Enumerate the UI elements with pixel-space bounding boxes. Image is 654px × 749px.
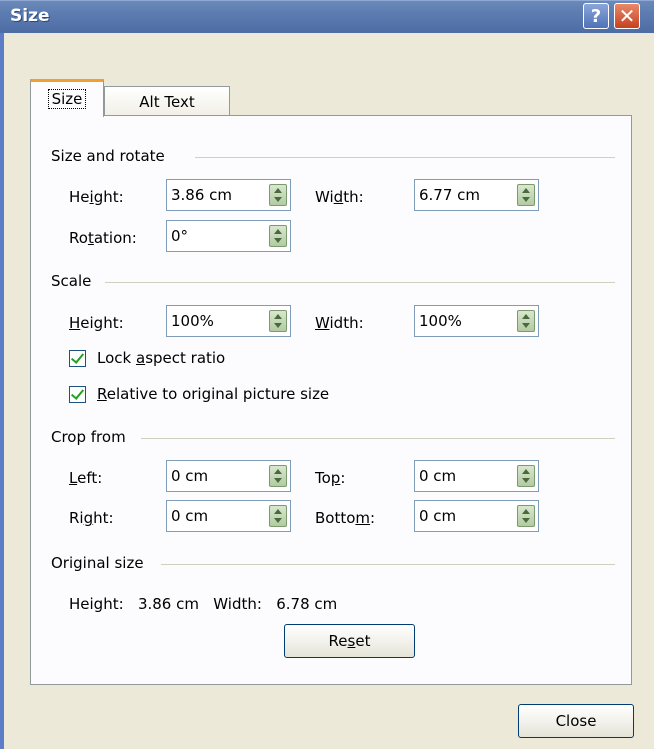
scale-height-field[interactable]	[166, 305, 291, 337]
crop-top-label: Top:	[315, 469, 346, 487]
relative-size-checkbox[interactable]	[69, 386, 86, 403]
crop-heading: Crop from	[51, 428, 126, 446]
height-input[interactable]	[171, 186, 261, 204]
scale-width-label: Width:	[315, 314, 364, 332]
crop-left-input[interactable]	[171, 467, 261, 485]
help-icon[interactable]: ?	[583, 3, 609, 29]
close-icon[interactable]: ✕	[614, 3, 640, 29]
crop-bottom-label: Bottom:	[315, 509, 376, 527]
close-button[interactable]: Close	[518, 704, 634, 738]
size-rotate-heading: Size and rotate	[51, 147, 165, 165]
width-input[interactable]	[419, 186, 509, 204]
crop-bottom-spinner[interactable]	[517, 505, 535, 527]
width-label: Width:	[315, 188, 364, 206]
divider	[105, 282, 615, 283]
crop-right-spinner[interactable]	[269, 505, 287, 527]
crop-bottom-field[interactable]	[414, 500, 539, 532]
lock-aspect-checkbox[interactable]	[69, 350, 86, 367]
scale-width-input[interactable]	[419, 312, 509, 330]
divider	[161, 564, 615, 565]
crop-top-spinner[interactable]	[517, 465, 535, 487]
scale-height-label: Height:	[69, 314, 124, 332]
crop-right-label: Right:	[69, 509, 114, 527]
divider	[141, 438, 615, 439]
height-field[interactable]	[166, 179, 291, 211]
width-spinner[interactable]	[517, 184, 535, 206]
rotation-label: Rotation:	[69, 229, 137, 247]
crop-bottom-input[interactable]	[419, 507, 509, 525]
scale-width-spinner[interactable]	[517, 310, 535, 332]
height-label: Height:	[69, 188, 124, 206]
rotation-field[interactable]	[166, 220, 291, 252]
crop-left-label: Left:	[69, 469, 103, 487]
title-bar[interactable]: Size ? ✕	[0, 0, 654, 33]
rotation-input[interactable]	[171, 227, 261, 245]
scale-height-input[interactable]	[171, 312, 261, 330]
window-title: Size	[10, 6, 50, 26]
tab-size[interactable]: Size	[30, 79, 104, 117]
scale-width-field[interactable]	[414, 305, 539, 337]
crop-left-field[interactable]	[166, 460, 291, 492]
crop-left-spinner[interactable]	[269, 465, 287, 487]
relative-size-label[interactable]: Relative to original picture size	[97, 385, 329, 403]
crop-top-field[interactable]	[414, 460, 539, 492]
crop-right-input[interactable]	[171, 507, 261, 525]
divider	[195, 157, 615, 158]
reset-button[interactable]: Re s et	[284, 624, 415, 658]
size-tab-panel: Size and rotate Height: Width: Rotation:…	[30, 115, 632, 685]
width-field[interactable]	[414, 179, 539, 211]
original-size-heading: Original size	[51, 554, 144, 572]
original-size-values: Height: 3.86 cm Width: 6.78 cm	[69, 595, 338, 613]
rotation-spinner[interactable]	[269, 225, 287, 247]
size-dialog: Size ? ✕ Size Alt Text Size and rotate H…	[0, 0, 654, 749]
crop-top-input[interactable]	[419, 467, 509, 485]
scale-heading: Scale	[51, 272, 92, 290]
height-spinner[interactable]	[269, 184, 287, 206]
tab-alt-text[interactable]: Alt Text	[104, 86, 230, 116]
lock-aspect-label[interactable]: Lock aspect ratio	[97, 349, 225, 367]
scale-height-spinner[interactable]	[269, 310, 287, 332]
crop-right-field[interactable]	[166, 500, 291, 532]
